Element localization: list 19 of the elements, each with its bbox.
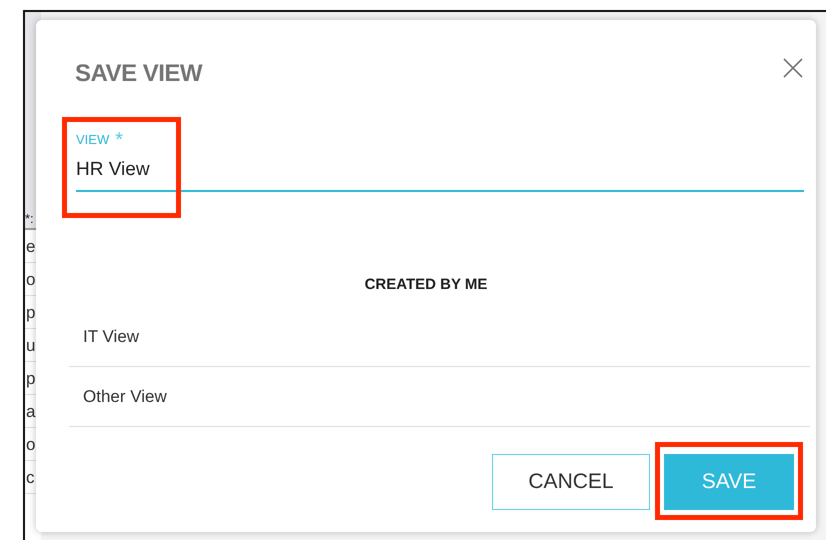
required-mark: *	[115, 130, 124, 150]
view-list-item[interactable]: Other View	[69, 367, 810, 427]
dialog-title: SAVE VIEW	[75, 60, 202, 89]
close-icon	[781, 56, 805, 80]
section-heading: CREATED BY ME	[364, 275, 488, 295]
table-cell: o	[26, 435, 36, 454]
table-cell: e	[26, 237, 36, 256]
view-name-field[interactable]: HR View	[76, 150, 804, 192]
column-header: *:	[25, 210, 34, 228]
table-cell: c	[26, 468, 34, 487]
table-cell: p	[26, 369, 36, 388]
table-cell: u	[26, 336, 36, 355]
view-list-item[interactable]: IT View	[69, 307, 810, 367]
cancel-button[interactable]: CANCEL	[492, 454, 650, 510]
close-button[interactable]	[781, 56, 805, 80]
table-cell: a	[26, 402, 36, 421]
table-cell: p	[26, 303, 36, 322]
table-cell: o	[26, 270, 36, 289]
field-label: VIEW	[76, 131, 110, 150]
